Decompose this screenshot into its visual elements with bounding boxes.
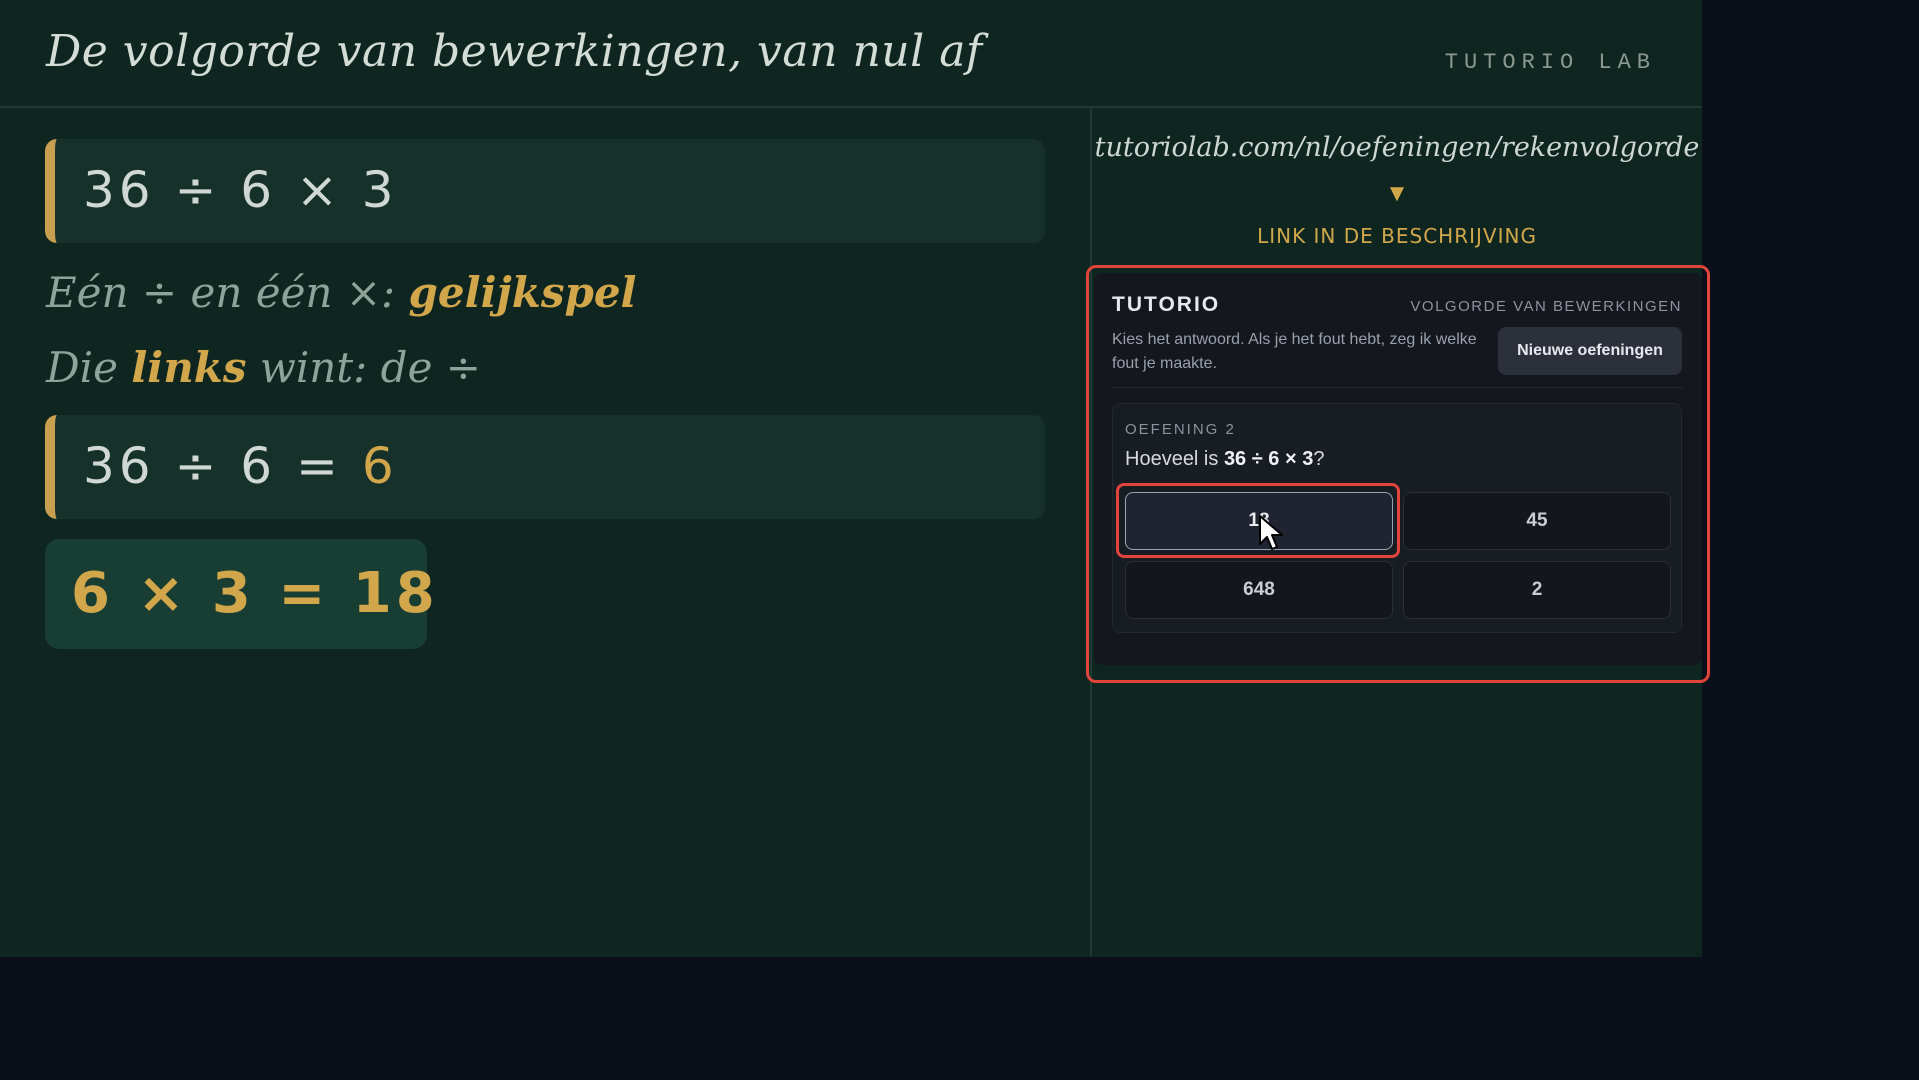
exercise-widget: TUTORIO VOLGORDE VAN BEWERKINGEN Kies he… bbox=[1094, 273, 1702, 665]
rule-left-prefix: Die bbox=[46, 343, 132, 392]
exercise-question: Hoeveel is 36 ÷ 6 × 3? bbox=[1125, 448, 1324, 471]
widget-brand: TUTORIO bbox=[1112, 293, 1221, 316]
mouse-pointer-icon bbox=[1259, 515, 1283, 550]
answer-option-4[interactable]: 2 bbox=[1403, 561, 1671, 619]
brand-label: TUTORIO LAB bbox=[1444, 50, 1656, 75]
link-in-description: LINK IN DE BESCHRIJVING bbox=[1257, 224, 1537, 248]
widget-separator bbox=[1112, 387, 1682, 388]
expression-card: 36 ÷ 6 × 3 bbox=[45, 139, 1045, 243]
step1-lhs: 36 ÷ 6 = bbox=[83, 437, 362, 495]
step2-expression: 6 × 3 = 18 bbox=[71, 561, 439, 626]
rule-tie: Eén ÷ en één ×: gelijkspel bbox=[46, 268, 637, 317]
rule-left-wins: Die links wint: de ÷ bbox=[46, 343, 481, 392]
rule-left-suffix: wint: de ÷ bbox=[246, 343, 481, 392]
answer-option-3[interactable]: 648 bbox=[1125, 561, 1393, 619]
step1-expression: 36 ÷ 6 = 6 bbox=[83, 437, 398, 495]
down-arrow-icon: ▼ bbox=[1385, 180, 1409, 207]
question-prefix: Hoeveel is bbox=[1125, 448, 1224, 470]
step1-result: 6 bbox=[361, 437, 398, 495]
question-suffix: ? bbox=[1313, 448, 1325, 470]
page-title: De volgorde van bewerkingen, van nul af bbox=[46, 26, 983, 77]
step1-card: 36 ÷ 6 = 6 bbox=[45, 415, 1045, 519]
widget-topic: VOLGORDE VAN BEWERKINGEN bbox=[1410, 298, 1682, 315]
rule-tie-text: Eén ÷ en één ×: bbox=[46, 268, 409, 317]
rule-left-highlight: links bbox=[131, 343, 247, 392]
exercise-url: tutoriolab.com/nl/oefeningen/rekenvolgor… bbox=[1094, 132, 1700, 163]
exercise-label: OEFENING 2 bbox=[1125, 421, 1236, 438]
new-exercises-button[interactable]: Nieuwe oefeningen bbox=[1498, 327, 1682, 375]
question-expression: 36 ÷ 6 × 3 bbox=[1223, 448, 1314, 470]
rule-tie-highlight: gelijkspel bbox=[408, 268, 637, 317]
step2-card: 6 × 3 = 18 bbox=[45, 539, 435, 649]
answer-option-2[interactable]: 45 bbox=[1403, 492, 1671, 550]
widget-description: Kies het antwoord. Als je het fout hebt,… bbox=[1112, 331, 1477, 372]
lesson-header: De volgorde van bewerkingen, van nul af … bbox=[0, 0, 1702, 108]
expression-text: 36 ÷ 6 × 3 bbox=[83, 161, 398, 219]
